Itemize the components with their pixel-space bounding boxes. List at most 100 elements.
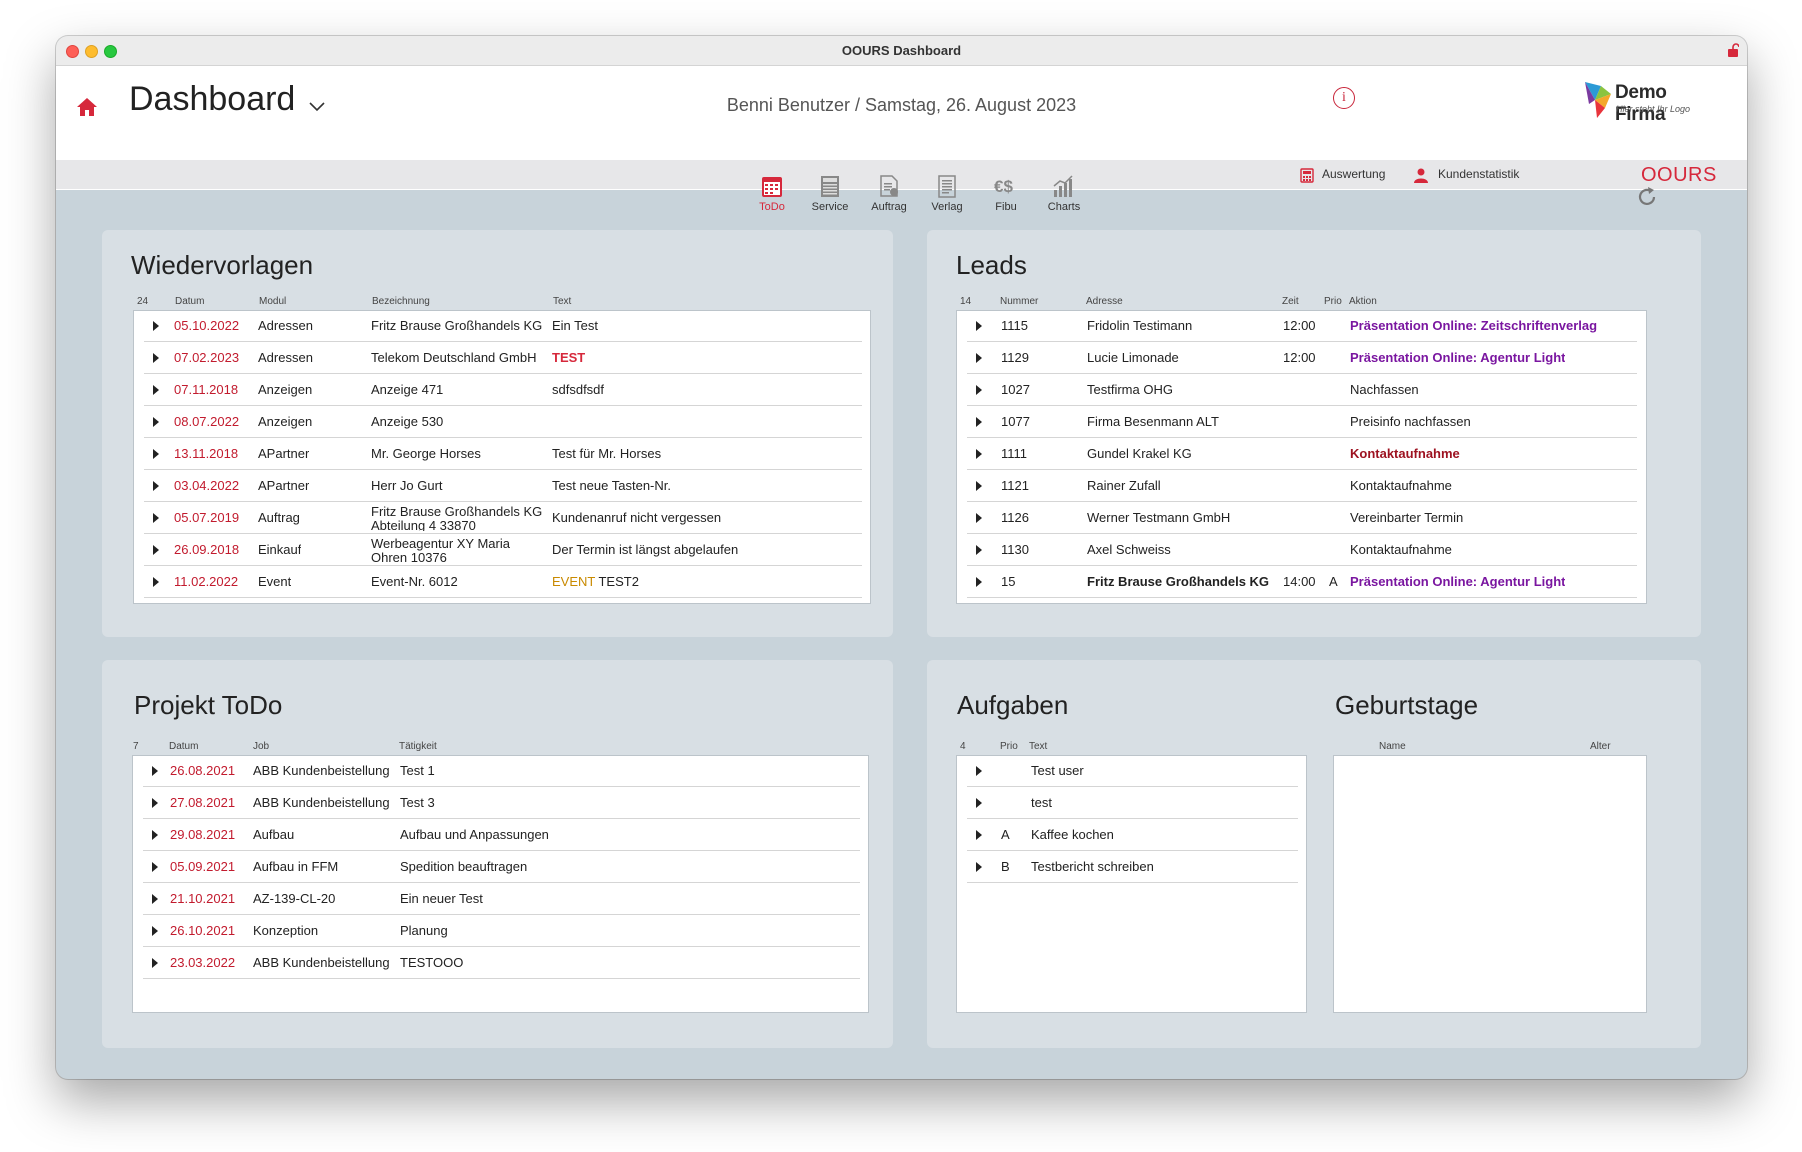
zoom-window-button[interactable] (104, 45, 117, 58)
col-taetigkeit[interactable]: Tätigkeit (399, 741, 437, 752)
table-row[interactable]: 27.08.2021 ABB Kundenbeistellung Test 3 (143, 788, 860, 819)
toolbar-fibu[interactable]: €$ Fibu (981, 174, 1031, 213)
publisher-icon (938, 175, 956, 198)
table-row[interactable]: 1129 Lucie Limonade 12:00 Präsentation Onli… (967, 343, 1637, 374)
refresh-icon[interactable] (1636, 186, 1658, 208)
table-row[interactable]: 1077 Firma Besenmann ALT Preisinfo nachfas… (967, 407, 1637, 438)
expand-arrow-icon[interactable] (976, 798, 982, 808)
expand-arrow-icon[interactable] (153, 417, 159, 427)
expand-arrow-icon[interactable] (152, 798, 158, 808)
row-datum: 03.04.2022 (174, 478, 240, 493)
table-row[interactable]: 26.09.2018 Einkauf Werbeagentur XY Maria O… (144, 535, 862, 566)
table-row[interactable]: 15 Fritz Brause Großhandels KG 14:00 A Präse… (967, 567, 1637, 598)
table-row[interactable]: 05.07.2019 Auftrag Fritz Brause Großhandel… (144, 503, 862, 534)
col-text[interactable]: Text (1029, 741, 1047, 752)
table-row[interactable]: 1130 Axel Schweiss Kontaktaufnahme (967, 535, 1637, 566)
unlock-icon[interactable] (1727, 43, 1739, 57)
expand-arrow-icon[interactable] (153, 513, 159, 523)
row-text: Kaffee kochen (1031, 827, 1114, 842)
row-modul: Auftrag (258, 510, 300, 525)
table-row[interactable]: 08.07.2022 Anzeigen Anzeige 530 (144, 407, 862, 438)
expand-arrow-icon[interactable] (152, 830, 158, 840)
projekt-title: Projekt ToDo (134, 690, 283, 720)
expand-arrow-icon[interactable] (152, 766, 158, 776)
minimize-window-button[interactable] (85, 45, 98, 58)
toolbar-todo[interactable]: ToDo (747, 174, 797, 213)
toolbar-auftrag[interactable]: Auftrag (864, 174, 914, 213)
table-row[interactable]: 07.11.2018 Anzeigen Anzeige 471 sdfsdfsdf (144, 375, 862, 406)
row-text: EVENT TEST2 (552, 567, 639, 597)
table-row[interactable]: 29.08.2021 Aufbau Aufbau und Anpassungen (143, 820, 860, 851)
table-row[interactable]: 13.11.2018 APartner Mr. George Horses Test … (144, 439, 862, 470)
table-row[interactable]: test (967, 788, 1298, 819)
expand-arrow-icon[interactable] (153, 481, 159, 491)
table-row[interactable]: 21.10.2021 AZ-139-CL-20 Ein neuer Test (143, 884, 860, 915)
expand-arrow-icon[interactable] (976, 577, 982, 587)
expand-arrow-icon[interactable] (976, 830, 982, 840)
col-job[interactable]: Job (253, 741, 269, 752)
expand-arrow-icon[interactable] (976, 862, 982, 872)
row-taetigkeit: Aufbau und Anpassungen (400, 827, 549, 842)
expand-arrow-icon[interactable] (153, 545, 159, 555)
expand-arrow-icon[interactable] (976, 481, 982, 491)
col-prio[interactable]: Prio (1000, 741, 1018, 752)
aufgaben-geburtstage-panel: Aufgaben 4 Prio Text Test user test A Kaf… (927, 660, 1701, 1048)
table-row[interactable]: 26.08.2021 ABB Kundenbeistellung Test 1 (143, 756, 860, 787)
event-text: TEST2 (595, 574, 639, 589)
expand-arrow-icon[interactable] (153, 385, 159, 395)
table-row[interactable]: 11.02.2022 Event Event-Nr. 6012 EVENT TEST2 (144, 567, 862, 598)
col-aktion[interactable]: Aktion (1349, 296, 1377, 307)
row-modul: Event (258, 574, 292, 589)
toolbar-service[interactable]: Service (805, 174, 855, 213)
expand-arrow-icon[interactable] (153, 353, 159, 363)
expand-arrow-icon[interactable] (976, 321, 982, 331)
row-zeit: 14:00 (1283, 574, 1316, 589)
close-window-button[interactable] (66, 45, 79, 58)
table-row[interactable]: 26.10.2021 Konzeption Planung (143, 916, 860, 947)
expand-arrow-icon[interactable] (976, 385, 982, 395)
expand-arrow-icon[interactable] (976, 353, 982, 363)
col-nummer[interactable]: Nummer (1000, 296, 1038, 307)
table-row[interactable]: B Testbericht schreiben (967, 852, 1298, 883)
expand-arrow-icon[interactable] (976, 417, 982, 427)
col-datum[interactable]: Datum (175, 296, 204, 307)
col-datum[interactable]: Datum (169, 741, 198, 752)
col-zeit[interactable]: Zeit (1282, 296, 1299, 307)
col-adresse[interactable]: Adresse (1086, 296, 1123, 307)
table-row[interactable]: 1111 Gundel Krakel KG Kontaktaufnahme (967, 439, 1637, 470)
table-row[interactable]: A Kaffee kochen (967, 820, 1298, 851)
expand-arrow-icon[interactable] (152, 894, 158, 904)
expand-arrow-icon[interactable] (153, 577, 159, 587)
table-row[interactable]: 1121 Rainer Zufall Kontaktaufnahme (967, 471, 1637, 502)
col-name[interactable]: Name (1379, 741, 1406, 752)
col-modul[interactable]: Modul (259, 296, 286, 307)
info-icon[interactable]: i (1333, 87, 1355, 109)
toolbar-charts[interactable]: Charts (1039, 174, 1089, 213)
col-bezeichnung[interactable]: Bezeichnung (372, 296, 430, 307)
expand-arrow-icon[interactable] (153, 321, 159, 331)
row-prio: A (1329, 574, 1338, 589)
table-row[interactable]: 1027 Testfirma OHG Nachfassen (967, 375, 1637, 406)
table-row[interactable]: 1126 Werner Testmann GmbH Vereinbarter Ter… (967, 503, 1637, 534)
table-row[interactable]: 1115 Fridolin Testimann 12:00 Präsentation … (967, 311, 1637, 342)
expand-arrow-icon[interactable] (976, 449, 982, 459)
table-row[interactable]: 05.10.2022 Adressen Fritz Brause Großhande… (144, 311, 862, 342)
expand-arrow-icon[interactable] (976, 545, 982, 555)
table-row[interactable]: 03.04.2022 APartner Herr Jo Gurt Test neue … (144, 471, 862, 502)
expand-arrow-icon[interactable] (152, 958, 158, 968)
table-row[interactable]: 07.02.2023 Adressen Telekom Deutschland Gm… (144, 343, 862, 374)
col-prio[interactable]: Prio (1324, 296, 1342, 307)
expand-arrow-icon[interactable] (976, 766, 982, 776)
table-row[interactable]: Test user (967, 756, 1298, 787)
col-text[interactable]: Text (553, 296, 571, 307)
table-row[interactable]: 23.03.2022 ABB Kundenbeistellung TESTOOO (143, 948, 860, 979)
expand-arrow-icon[interactable] (152, 862, 158, 872)
table-row[interactable]: 05.09.2021 Aufbau in FFM Spedition beauftr… (143, 852, 860, 883)
row-aktion: Kontaktaufnahme (1350, 478, 1452, 493)
expand-arrow-icon[interactable] (976, 513, 982, 523)
row-nummer: 1129 (1001, 350, 1029, 365)
col-alter[interactable]: Alter (1590, 741, 1611, 752)
expand-arrow-icon[interactable] (153, 449, 159, 459)
expand-arrow-icon[interactable] (152, 926, 158, 936)
toolbar-verlag[interactable]: Verlag (922, 174, 972, 213)
